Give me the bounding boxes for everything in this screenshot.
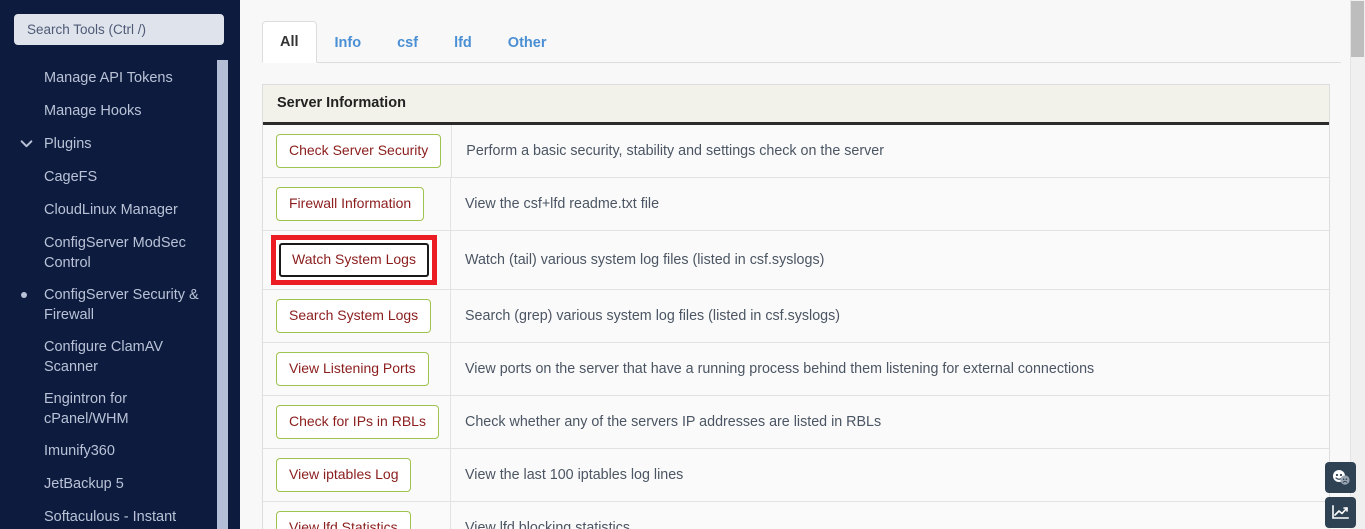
feedback-smiley-icon (1332, 469, 1350, 485)
action-description-cell: Search (grep) various system log files (… (465, 307, 841, 324)
page-scrollbar-thumb[interactable] (1351, 1, 1364, 57)
sidebar-item-configserver-modsec-control[interactable]: ConfigServer ModSec Control (0, 227, 240, 279)
application-window: Manage API Tokens Manage Hooks Plugins Cage… (0, 0, 1365, 529)
sidebar-item-label: JetBackup 5 (44, 476, 124, 492)
action-button-check-for-ips-in-rbls[interactable]: Check for IPs in RBLs (276, 405, 439, 439)
sidebar-item-engintron-for-cpanel-whm[interactable]: Engintron for cPanel/WHM (0, 383, 240, 435)
action-description-cell: View the last 100 iptables log lines (465, 466, 684, 483)
action-button-cell: Search System Logs (263, 290, 451, 342)
action-button-watch-system-logs[interactable]: Watch System Logs (279, 243, 429, 277)
sidebar-search-container (0, 0, 240, 56)
analytics-chart-icon (1332, 505, 1349, 519)
action-button-cell: View Listening Ports (263, 343, 451, 395)
action-description-cell: Perform a basic security, stability and … (466, 142, 884, 159)
action-button-cell: View iptables Log (263, 449, 451, 501)
table-row: View iptables Log View the last 100 iptab… (263, 449, 1329, 502)
action-description-cell: View the csf+lfd readme.txt file (465, 195, 660, 212)
action-button-cell: View lfd Statistics (263, 502, 451, 529)
table-row: Firewall Information View the csf+lfd rea… (263, 178, 1329, 231)
action-button-view-lfd-statistics[interactable]: View lfd Statistics (276, 511, 411, 529)
sidebar-nav-list: Manage API Tokens Manage Hooks Plugins Cage… (0, 56, 240, 529)
tab-info[interactable]: Info (317, 22, 380, 63)
analytics-chart-icon-button[interactable] (1325, 497, 1356, 528)
tab-lfd[interactable]: lfd (436, 22, 490, 63)
sidebar-item-cagefs[interactable]: CageFS (0, 161, 240, 194)
sidebar-item-label: Softaculous - Instant (44, 509, 177, 525)
sidebar-nav-scroll-area: Manage API Tokens Manage Hooks Plugins Cage… (0, 56, 240, 529)
action-button-cell: Firewall Information (263, 178, 451, 230)
chevron-down-icon (20, 140, 33, 148)
tab-all[interactable]: All (262, 21, 317, 63)
floating-widget-stack (1325, 462, 1356, 528)
feedback-smiley-icon-button[interactable] (1325, 462, 1356, 493)
action-button-cell: Check for IPs in RBLs (263, 396, 451, 448)
sidebar-item-configserver-security-firewall[interactable]: ConfigServer Security & Firewall (0, 279, 240, 331)
main-content: All Info csf lfd Other Server Information Ch… (240, 0, 1365, 529)
sidebar: Manage API Tokens Manage Hooks Plugins Cage… (0, 0, 240, 529)
table-row: Check Server Security Perform a basic sec… (263, 125, 1329, 178)
action-description-cell: Watch (tail) various system log files (l… (465, 251, 825, 268)
sidebar-scrollbar-thumb[interactable] (217, 60, 228, 529)
sidebar-item-configure-clamav-scanner[interactable]: Configure ClamAV Scanner (0, 331, 240, 383)
sidebar-item-manage-hooks[interactable]: Manage Hooks (0, 95, 240, 128)
action-description-cell: View ports on the server that have a run… (465, 360, 1095, 377)
page-scrollbar-track[interactable] (1350, 0, 1365, 529)
action-button-firewall-information[interactable]: Firewall Information (276, 187, 425, 221)
sidebar-item-jetbackup-5[interactable]: JetBackup 5 (0, 468, 240, 501)
action-description-cell: View lfd blocking statistics (465, 519, 631, 529)
panel-title: Server Information (263, 85, 1329, 125)
table-row: View lfd Statistics View lfd blocking sta… (263, 502, 1329, 529)
action-button-view-iptables-log[interactable]: View iptables Log (276, 458, 412, 492)
sidebar-item-softaculous-instant[interactable]: Softaculous - Instant (0, 501, 240, 529)
sidebar-item-label: Plugins (44, 136, 92, 152)
action-button-search-system-logs[interactable]: Search System Logs (276, 299, 432, 333)
sidebar-item-label: Manage Hooks (44, 103, 142, 119)
action-button-view-listening-ports[interactable]: View Listening Ports (276, 352, 429, 386)
sidebar-item-label: Imunify360 (44, 443, 115, 459)
sidebar-item-plugins[interactable]: Plugins (0, 128, 240, 161)
action-description-cell: Check whether any of the servers IP addr… (465, 413, 882, 430)
table-row: Watch System Logs Watch (tail) various sy… (263, 231, 1329, 290)
sidebar-item-label: CloudLinux Manager (44, 202, 178, 218)
action-button-check-server-security[interactable]: Check Server Security (276, 134, 442, 168)
main-inner: All Info csf lfd Other Server Information Ch… (240, 0, 1365, 529)
sidebar-item-imunify360[interactable]: Imunify360 (0, 435, 240, 468)
highlight-annotation-box: Watch System Logs (271, 235, 437, 285)
table-row: Check for IPs in RBLs Check whether any o… (263, 396, 1329, 449)
sidebar-item-label: Engintron for cPanel/WHM (44, 391, 129, 427)
tab-csf[interactable]: csf (379, 22, 436, 63)
sidebar-item-label: CageFS (44, 169, 98, 185)
table-row: Search System Logs Search (grep) various … (263, 290, 1329, 343)
sidebar-item-label: Configure ClamAV Scanner (44, 339, 164, 375)
tab-bar: All Info csf lfd Other (262, 18, 1341, 63)
sidebar-item-label: Manage API Tokens (44, 70, 173, 86)
sidebar-item-label: ConfigServer ModSec Control (44, 235, 186, 271)
search-input[interactable] (14, 14, 224, 45)
sidebar-item-cloudlinux-manager[interactable]: CloudLinux Manager (0, 194, 240, 227)
action-button-cell: Check Server Security (263, 125, 453, 177)
action-button-cell: Watch System Logs (263, 231, 451, 289)
sidebar-item-manage-api-tokens[interactable]: Manage API Tokens (0, 62, 240, 95)
table-row: View Listening Ports View ports on the se… (263, 343, 1329, 396)
sidebar-item-label: ConfigServer Security & Firewall (44, 287, 199, 323)
panel-row-list: Check Server Security Perform a basic sec… (263, 125, 1329, 529)
active-item-dot-icon (21, 292, 27, 298)
tab-other[interactable]: Other (490, 22, 565, 63)
server-information-panel: Server Information Check Server Security… (262, 84, 1330, 529)
